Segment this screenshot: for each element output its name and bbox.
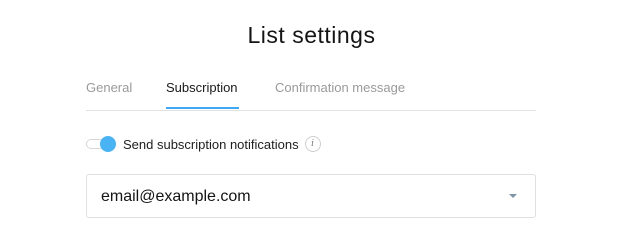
toggle-knob (100, 136, 116, 152)
active-tab-indicator (166, 107, 239, 109)
info-icon[interactable]: i (304, 136, 321, 152)
list-settings-page: List settings General Subscription Confi… (0, 0, 623, 230)
send-notifications-toggle[interactable] (86, 136, 116, 152)
notifications-setting: Send subscription notifications i (86, 135, 321, 153)
page-title: List settings (247, 22, 376, 48)
settings-tabs: General Subscription Confirmation messag… (86, 80, 536, 111)
notification-email-select[interactable]: email@example.com (86, 174, 536, 218)
send-notifications-label: Send subscription notifications (123, 136, 299, 152)
tab-general[interactable]: General (86, 80, 132, 95)
caret-down-icon (509, 194, 517, 198)
selected-email-value: email@example.com (101, 188, 251, 205)
tab-confirmation-message[interactable]: Confirmation message (275, 80, 405, 95)
tab-subscription[interactable]: Subscription (166, 80, 238, 95)
